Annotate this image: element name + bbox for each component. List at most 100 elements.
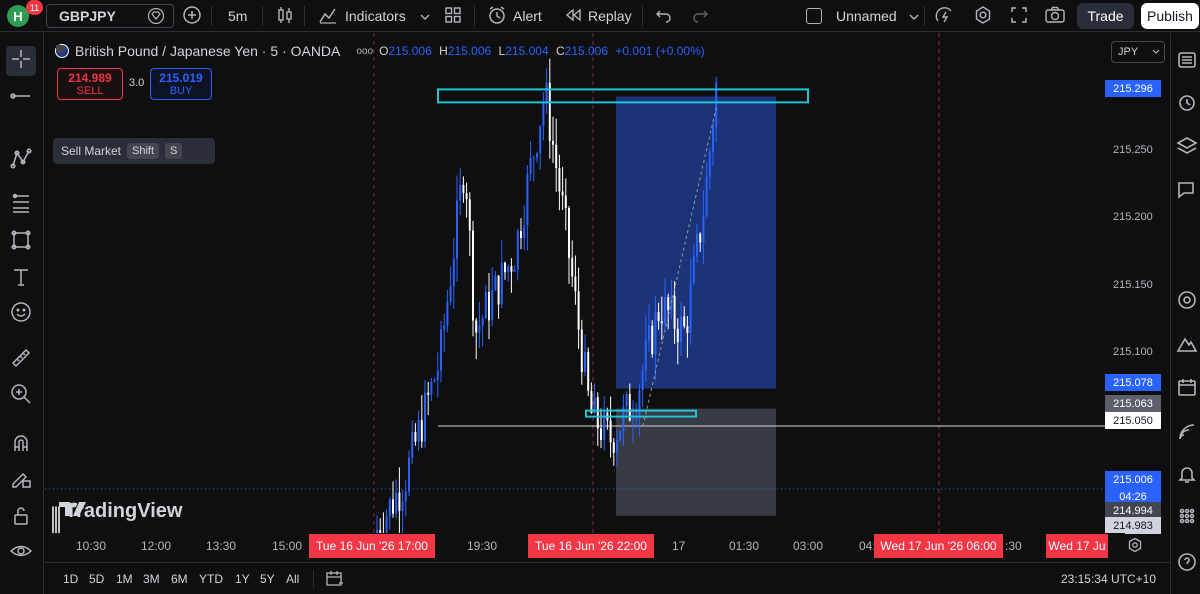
range-1y[interactable]: 1Y — [235, 572, 250, 586]
price-tick: 215.150 — [1113, 279, 1153, 291]
open-label: O — [379, 44, 389, 58]
trade-button[interactable]: Trade — [1077, 3, 1134, 29]
range-5d[interactable]: 5D — [89, 572, 104, 586]
zoom-tool[interactable] — [6, 381, 36, 411]
candle-body — [664, 297, 666, 324]
range-ytd[interactable]: YTD — [199, 572, 223, 586]
redo-button[interactable] — [691, 0, 709, 32]
gear-icon — [973, 5, 993, 28]
calendar-button[interactable] — [1176, 376, 1200, 400]
layout-name-button[interactable]: Unnamed — [836, 0, 919, 32]
templates-button[interactable] — [444, 0, 462, 32]
currency-selector[interactable]: JPY — [1111, 41, 1165, 63]
candle-body — [510, 266, 513, 272]
layout-checkbox[interactable] — [806, 8, 822, 24]
watchlist-button[interactable] — [1176, 49, 1200, 73]
close-label: C — [555, 44, 565, 58]
snapshot-button[interactable] — [1044, 0, 1066, 32]
range-all[interactable]: All — [286, 572, 299, 586]
measure-tool[interactable] — [6, 345, 36, 375]
chats-button[interactable] — [1176, 179, 1200, 203]
magnet-icon — [9, 431, 33, 460]
line-tool-icon — [9, 84, 33, 113]
candlestick-chart[interactable] — [45, 33, 1105, 533]
price-axis[interactable]: JPY 215.250 215.200 215.150 215.100 215.… — [1105, 33, 1170, 534]
pattern-tool[interactable] — [6, 146, 36, 176]
range-6m[interactable]: 6M — [171, 572, 188, 586]
range-1d[interactable]: 1D — [63, 572, 78, 586]
range-1m[interactable]: 1M — [116, 572, 133, 586]
streams-button[interactable] — [1176, 421, 1200, 445]
candle-body — [430, 381, 433, 395]
text-tool[interactable] — [6, 264, 36, 294]
candle-body — [388, 499, 391, 517]
sell-button[interactable]: 214.989 SELL — [57, 68, 123, 100]
chart-type-button[interactable] — [276, 0, 294, 32]
horizontal-line-tag: 215.050 — [1105, 412, 1161, 429]
symbol-search-button[interactable]: GBPJPY — [46, 4, 174, 28]
candle-body — [667, 297, 670, 311]
unlock-icon — [9, 504, 33, 533]
magnet-tool[interactable] — [6, 430, 36, 460]
object-tree-button[interactable] — [1176, 135, 1200, 159]
candle-body — [587, 352, 590, 391]
candle-body — [644, 340, 647, 372]
fullscreen-button[interactable] — [1010, 0, 1028, 32]
candle-body — [539, 125, 542, 154]
undo-button[interactable] — [655, 0, 673, 32]
plus-circle-icon — [182, 5, 202, 28]
candle-body — [536, 153, 538, 158]
watchlist-icon — [1176, 52, 1198, 75]
notifications-button[interactable] — [1176, 463, 1200, 487]
trendline-tool[interactable] — [6, 83, 36, 113]
candle-body — [625, 393, 628, 407]
crosshair-tool[interactable] — [6, 46, 36, 76]
interval-button[interactable]: 5m — [228, 0, 247, 32]
candle-body — [712, 126, 714, 152]
time-axis[interactable]: 10:30 12:00 13:30 15:00 Tue 16 Jun '26 1… — [45, 533, 1142, 559]
indicators-button[interactable]: Indicators — [318, 0, 430, 32]
replay-button[interactable]: Replay — [564, 0, 632, 32]
shapes-tool[interactable] — [6, 227, 36, 257]
ellipsis-icon[interactable]: ooo — [356, 46, 373, 57]
axis-settings-button[interactable] — [1127, 537, 1143, 558]
eye-icon — [9, 539, 33, 568]
settings-button[interactable] — [973, 0, 993, 32]
utc-clock[interactable]: 23:15:34 UTC+10 — [1061, 572, 1156, 586]
candle-body — [612, 442, 615, 453]
target-icon — [1176, 291, 1198, 315]
ideas-button[interactable] — [1176, 289, 1200, 313]
emoji-tool[interactable] — [6, 299, 36, 329]
smiley-icon — [9, 300, 33, 329]
chart-pane[interactable]: British Pound / Japanese Yen · 5 · OANDA… — [45, 33, 1105, 533]
date-range-button[interactable] — [325, 569, 345, 594]
lock-drawings-tool[interactable] — [6, 503, 36, 533]
drawing-mode-tool[interactable] — [6, 466, 36, 496]
legend-title: British Pound / Japanese Yen · 5 · OANDA — [75, 43, 341, 59]
alert-button[interactable]: Alert — [487, 0, 542, 32]
price-tick: 215.100 — [1113, 346, 1153, 358]
apps-button[interactable] — [1176, 505, 1200, 529]
hide-drawings-tool[interactable] — [6, 538, 36, 568]
candle-body — [705, 176, 708, 217]
pine-editor-button[interactable] — [1176, 333, 1200, 357]
time-tick: 03:00 — [793, 539, 824, 553]
publish-button[interactable]: Publish — [1141, 3, 1199, 29]
candles-icon — [276, 5, 294, 28]
compare-symbol-button[interactable] — [182, 0, 202, 32]
candle-body — [580, 329, 583, 373]
quick-search-button[interactable] — [935, 0, 955, 32]
camera-icon — [1044, 6, 1066, 27]
time-highlight-tag: Tue 16 Jun '26 17:00 — [309, 534, 435, 558]
candle-body — [648, 325, 650, 341]
range-3m[interactable]: 3M — [143, 572, 160, 586]
fib-tool[interactable] — [6, 190, 36, 220]
buy-button[interactable]: 215.019 BUY — [150, 68, 212, 100]
help-button[interactable] — [1176, 551, 1200, 575]
candle-body — [520, 230, 522, 238]
notification-badge: 11 — [26, 0, 43, 15]
alerts-panel-button[interactable] — [1176, 91, 1200, 115]
range-5y[interactable]: 5Y — [260, 572, 275, 586]
range-low-tag: 214.983 — [1105, 517, 1161, 534]
rewind-icon — [564, 7, 582, 26]
